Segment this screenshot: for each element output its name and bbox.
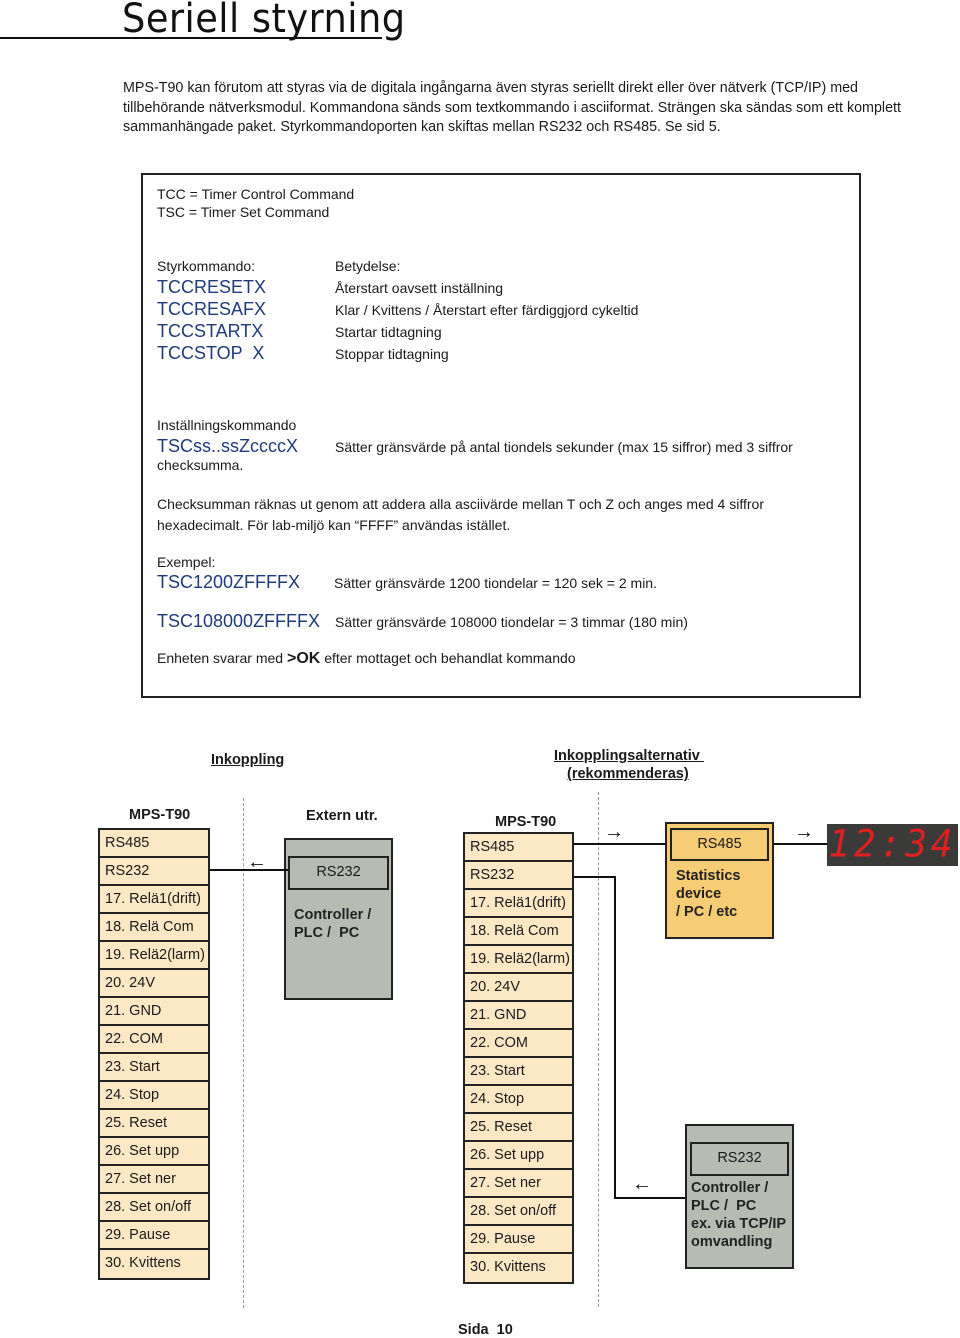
terminal-cell: 28. Set on/off (100, 1194, 208, 1222)
page-title: Seriell styrning (122, 0, 406, 42)
terminal-cell: 19. Relä2(larm) (465, 946, 572, 974)
meaning-header: Betydelse: (335, 258, 401, 274)
terminal-block-left: RS485 RS232 17. Relä1(drift) 18. Relä Com 19… (98, 828, 210, 1280)
rs485-port: RS485 (670, 828, 769, 861)
terminal-cell: 22. COM (100, 1026, 208, 1054)
separator-line (243, 798, 244, 1308)
terminal-cell: 17. Relä1(drift) (465, 890, 572, 918)
example-command: TSC1200ZFFFFX (157, 572, 301, 592)
command-reference-box: TCC = Timer Control Command TSC = Timer … (141, 173, 861, 698)
terminal-cell: 17. Relä1(drift) (100, 886, 208, 914)
command-meaning: Startar tidtagning (335, 324, 442, 340)
setting-header: Inställningskommando (157, 417, 297, 433)
arrow-right-icon: → (794, 821, 814, 843)
terminal-cell: 23. Start (100, 1054, 208, 1082)
checksum-text: Checksumman räknas ut genom att addera a… (157, 496, 764, 512)
response-suffix: efter mottaget och behandlat kommando (320, 650, 576, 666)
response-code: >OK (286, 650, 321, 667)
inkoppling-heading: Inkoppling (211, 752, 285, 768)
example-meaning: Sätter gränsvärde 108000 tiondelar = 3 t… (335, 614, 688, 630)
example-header: Exempel: (157, 554, 216, 570)
connection-line (614, 876, 616, 1199)
connection-line (774, 843, 828, 845)
connection-line (574, 876, 615, 878)
terminal-cell: 25. Reset (100, 1110, 208, 1138)
connection-line (614, 1197, 690, 1199)
command-code: TCCRESAFX (157, 299, 267, 319)
terminal-cell: RS232 (100, 858, 208, 886)
page-number: Sida 10 (458, 1322, 513, 1338)
separator-line (598, 792, 599, 1307)
rs232-port: RS232 (690, 1142, 789, 1176)
controller-label: Controller / PLC / PC ex. via TCP/IP omv… (691, 1180, 787, 1250)
arrow-left-icon: ← (632, 1173, 652, 1195)
terminal-cell: 21. GND (465, 1002, 572, 1030)
statistics-device: RS485 Statistics device / PC / etc (665, 822, 774, 939)
terminal-cell: RS485 (465, 834, 572, 862)
terminal-block-right: RS485 RS232 17. Relä1(drift) 18. Relä Com 19… (463, 832, 574, 1284)
terminal-cell: 27. Set ner (465, 1170, 572, 1198)
terminal-cell: 29. Pause (465, 1226, 572, 1254)
command-meaning: Återstart oavsett inställning (335, 280, 504, 296)
controller-label: Controller / PLC / PC (294, 907, 372, 941)
device-title: MPS-T90 (129, 807, 191, 823)
terminal-cell: 24. Stop (100, 1082, 208, 1110)
setting-meaning-cont: checksumma. (157, 457, 244, 473)
statistics-label: Statistics device / PC / etc (676, 868, 741, 920)
title-underline (0, 37, 382, 39)
terminal-cell: 29. Pause (100, 1222, 208, 1250)
response-line: Enheten svarar med >OK efter mottaget oc… (157, 650, 576, 668)
external-title: Extern utr. (306, 808, 378, 824)
terminal-cell: 21. GND (100, 998, 208, 1026)
response-prefix: Enheten svarar med (157, 650, 287, 666)
terminal-cell: 28. Set on/off (465, 1198, 572, 1226)
arrow-left-icon: ← (247, 851, 267, 873)
terminal-cell: 18. Relä Com (100, 914, 208, 942)
display-digits: 12:34 (828, 822, 957, 866)
terminal-cell: RS232 (465, 862, 572, 890)
command-code: TCCSTARTX (157, 321, 264, 341)
terminal-cell: 30. Kvittens (470, 1259, 546, 1275)
arrow-right-icon: → (604, 821, 624, 843)
setting-command: TSCss..ssZccccX (157, 436, 299, 456)
terminal-cell: 19. Relä2(larm) (100, 942, 208, 970)
command-meaning: Stoppar tidtagning (335, 346, 449, 362)
setting-meaning: Sätter gränsvärde på antal tiondels seku… (335, 439, 793, 455)
terminal-cell: 18. Relä Com (465, 918, 572, 946)
terminal-cell: 24. Stop (465, 1086, 572, 1114)
command-meaning: Klar / Kvittens / Återstart efter färdig… (335, 302, 639, 318)
intro-paragraph: MPS-T90 kan förutom att styras via de di… (123, 80, 901, 136)
tcc-definition: TCC = Timer Control Command (157, 186, 355, 202)
terminal-cell: 27. Set ner (100, 1166, 208, 1194)
terminal-cell: 25. Reset (465, 1114, 572, 1142)
terminal-cell: 26. Set upp (465, 1142, 572, 1170)
terminal-cell: 20. 24V (465, 974, 572, 1002)
connection-line (574, 843, 666, 845)
example-command: TSC108000ZFFFFX (157, 611, 321, 631)
terminal-cell: 22. COM (465, 1030, 572, 1058)
control-header: Styrkommando: (157, 258, 256, 274)
rs232-port: RS232 (288, 856, 389, 890)
checksum-text: hexadecimalt. För lab-miljö kan “FFFF” a… (157, 517, 511, 533)
terminal-cell: 26. Set upp (100, 1138, 208, 1166)
external-controller: RS232 Controller / PLC / PC (284, 838, 393, 1000)
terminal-cell: 20. 24V (100, 970, 208, 998)
device-title: MPS-T90 (495, 814, 557, 830)
command-code: TCCRESETX (157, 277, 267, 297)
terminal-cell: RS485 (100, 830, 208, 858)
controller-tcpip: RS232 Controller / PLC / PC ex. via TCP/… (685, 1124, 794, 1269)
led-display: 12:34 (827, 822, 958, 866)
alternative-heading: Inkopplingsalternativ (554, 748, 704, 764)
alternative-heading-sub: (rekommenderas) (567, 766, 689, 782)
terminal-cell: 23. Start (465, 1058, 572, 1086)
command-code: TCCSTOP X (157, 343, 265, 363)
tsc-definition: TSC = Timer Set Command (157, 204, 330, 220)
terminal-cell: 30. Kvittens (105, 1255, 181, 1271)
example-meaning: Sätter gränsvärde 1200 tiondelar = 120 s… (334, 575, 657, 591)
